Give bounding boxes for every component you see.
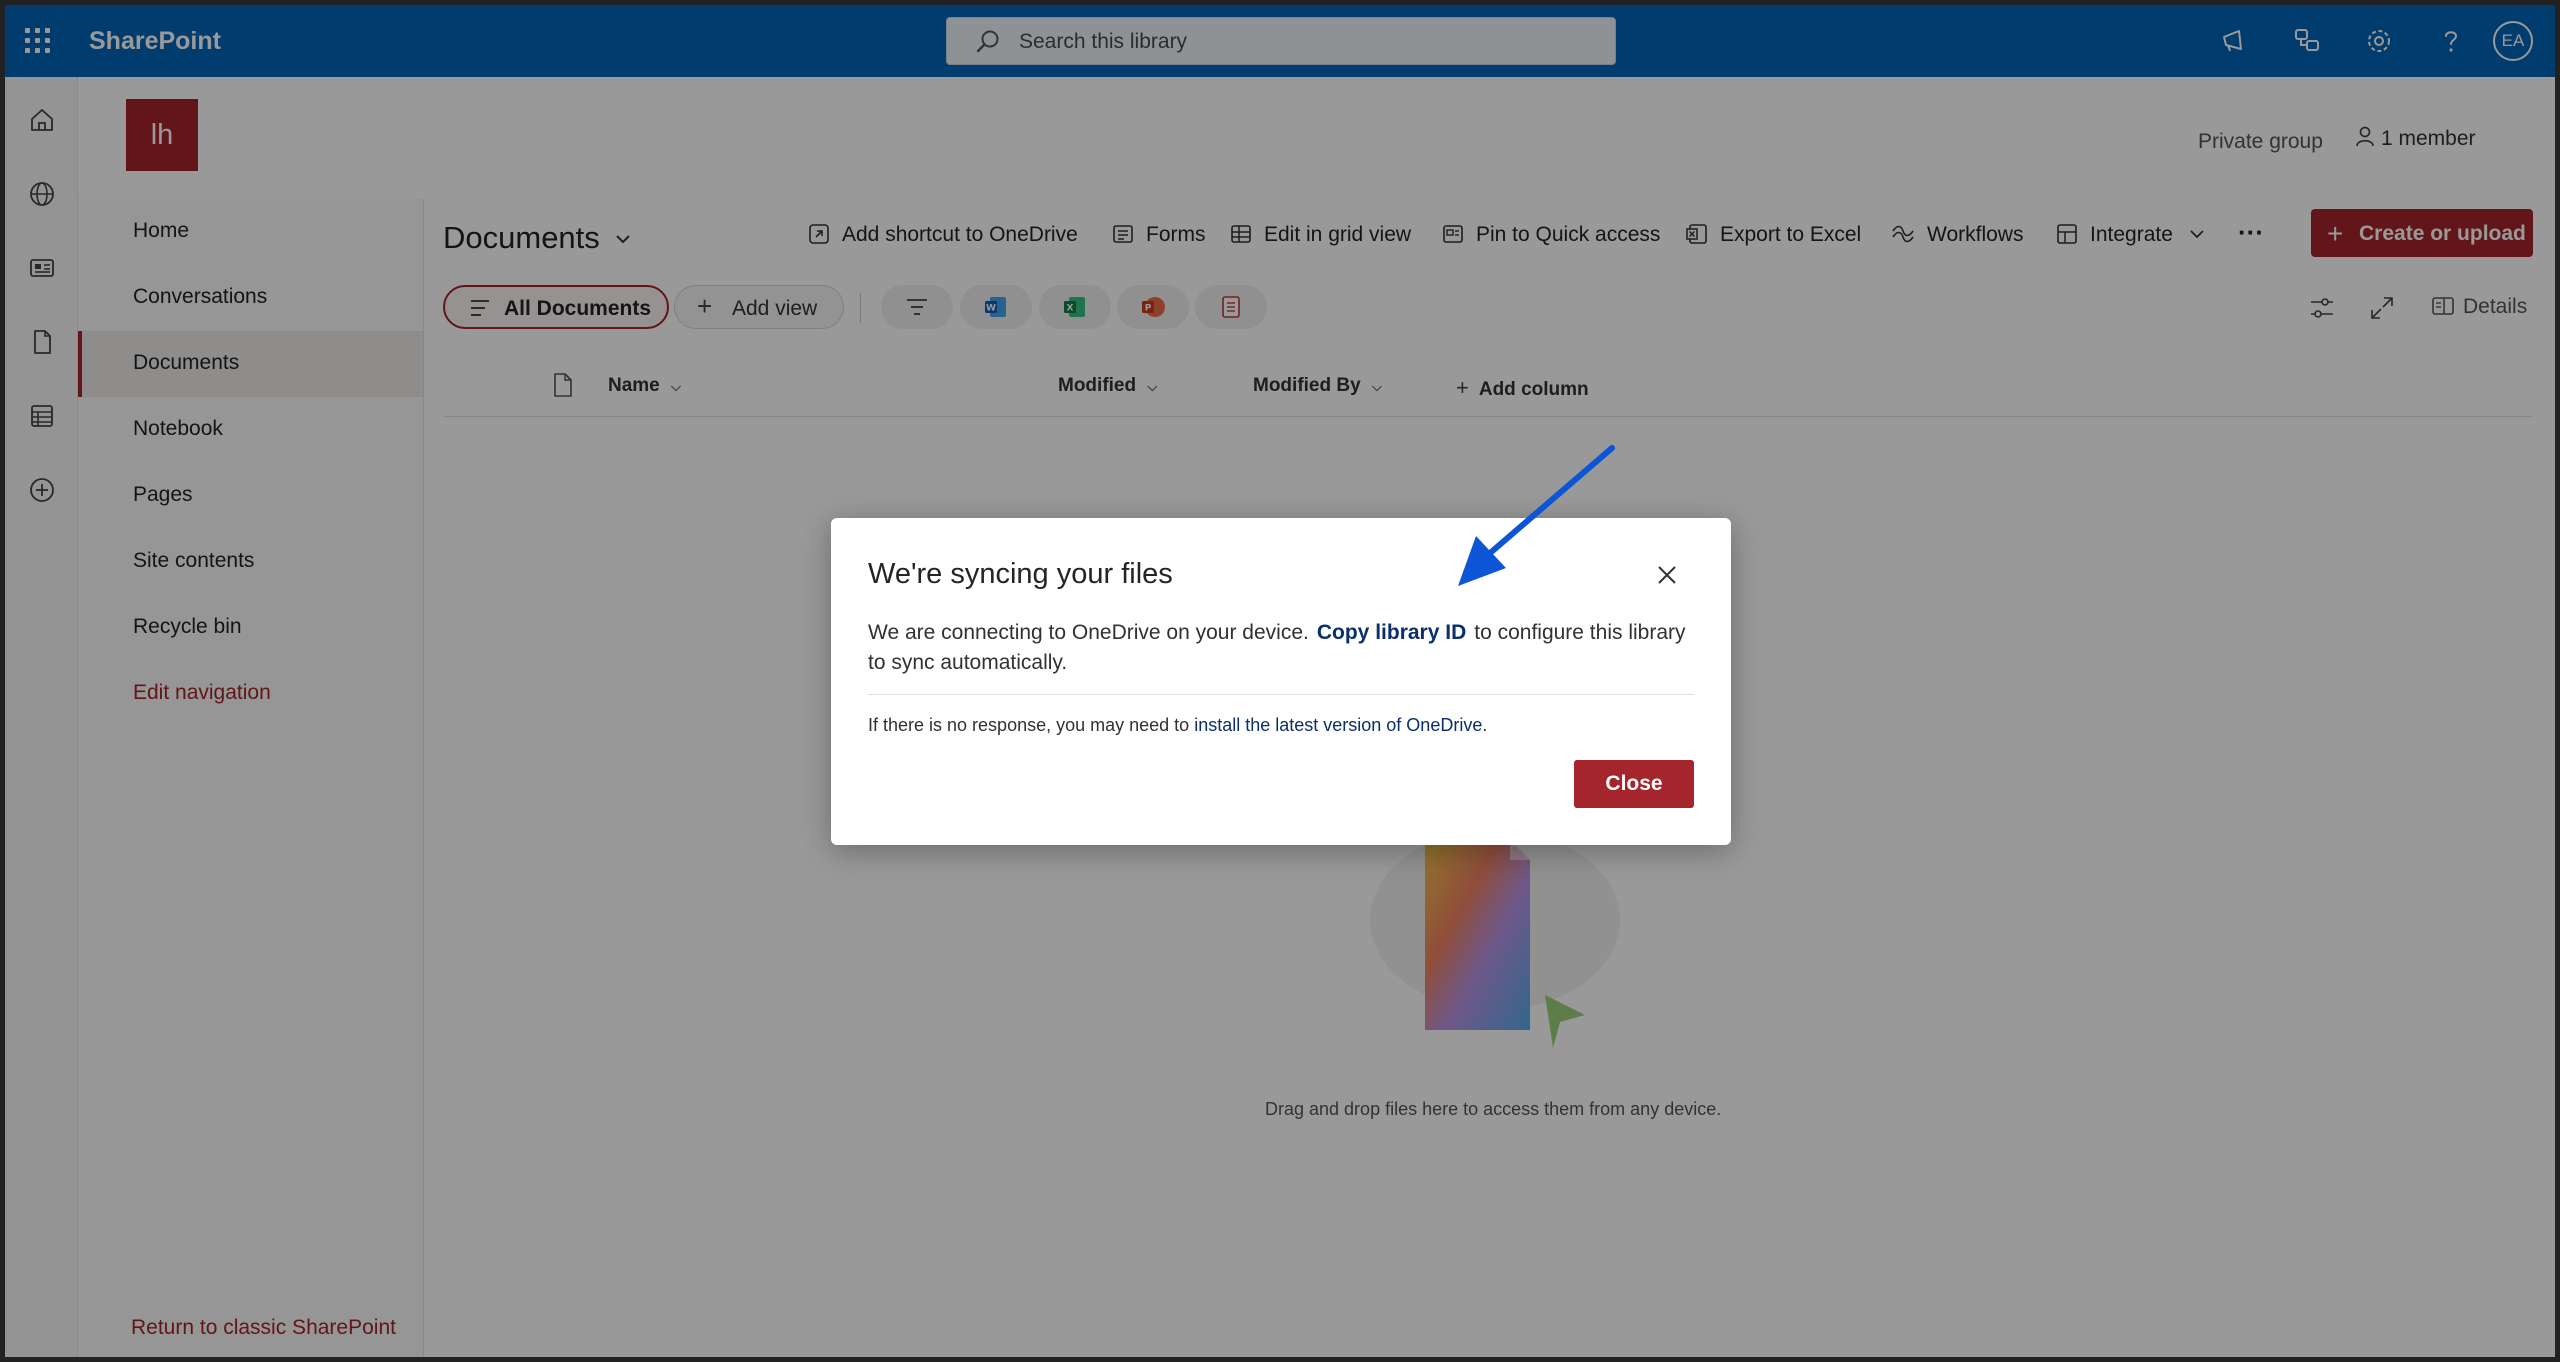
dialog-title: We're syncing your files [868, 558, 1173, 590]
close-button[interactable]: Close [1574, 760, 1694, 808]
install-onedrive-link[interactable]: install the latest version of OneDrive [1194, 715, 1482, 735]
dialog-body: We are connecting to OneDrive on your de… [868, 618, 1698, 678]
dialog-note-end: . [1482, 715, 1488, 735]
dialog-note: If there is no response, you may need to… [868, 715, 1487, 736]
dialog-note-text: If there is no response, you may need to [868, 715, 1190, 735]
close-icon[interactable] [1653, 561, 1681, 589]
copy-library-id-link[interactable]: Copy library ID [1317, 621, 1466, 644]
dialog-divider [868, 694, 1694, 695]
dialog-body-text: We are connecting to OneDrive on your de… [868, 621, 1309, 644]
annotation-arrow-icon [1458, 445, 1615, 586]
